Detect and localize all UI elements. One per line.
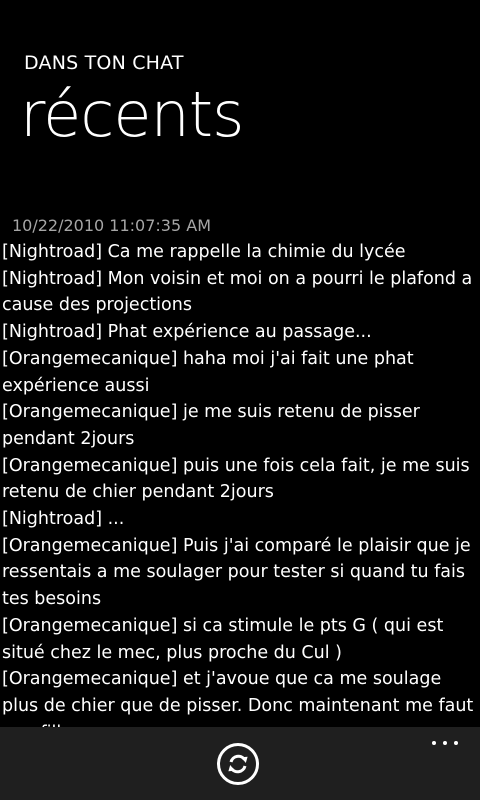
chat-messages: [Nightroad] Ca me rappelle la chimie du … [2,239,476,727]
chat-line: [Orangemecanique] Puis j'ai comparé le p… [2,535,471,610]
more-icon [443,741,447,745]
chat-line: [Orangemecanique] puis une fois cela fai… [2,455,470,503]
refresh-icon [228,754,248,774]
more-options-button[interactable] [432,739,460,747]
chat-line: [Orangemecanique] et j'avoue que ca me s… [2,669,474,727]
app-title: DANS TON CHAT [24,52,184,74]
chat-line: [Nightroad] Mon voisin et moi on a pourr… [2,268,473,316]
refresh-button[interactable] [217,743,259,785]
chat-line: [Nightroad] Ca me rappelle la chimie du … [2,242,406,262]
chat-line: [Orangemecanique] haha moi j'ai fait une… [2,348,414,396]
application-bar [0,727,480,800]
chat-line: [Nightroad] ... [2,509,125,530]
more-icon [432,741,436,745]
post-timestamp: 10/22/2010 11:07:35 AM [12,216,211,235]
chat-line: [Nightroad] Phat expérience au passage..… [2,322,372,343]
more-icon [454,741,458,745]
chat-line: [Orangemecanique] si ca stimule le pts G… [2,615,444,663]
page-title: récents [20,78,244,151]
chat-line: [Orangemecanique] je me suis retenu de p… [2,402,420,449]
